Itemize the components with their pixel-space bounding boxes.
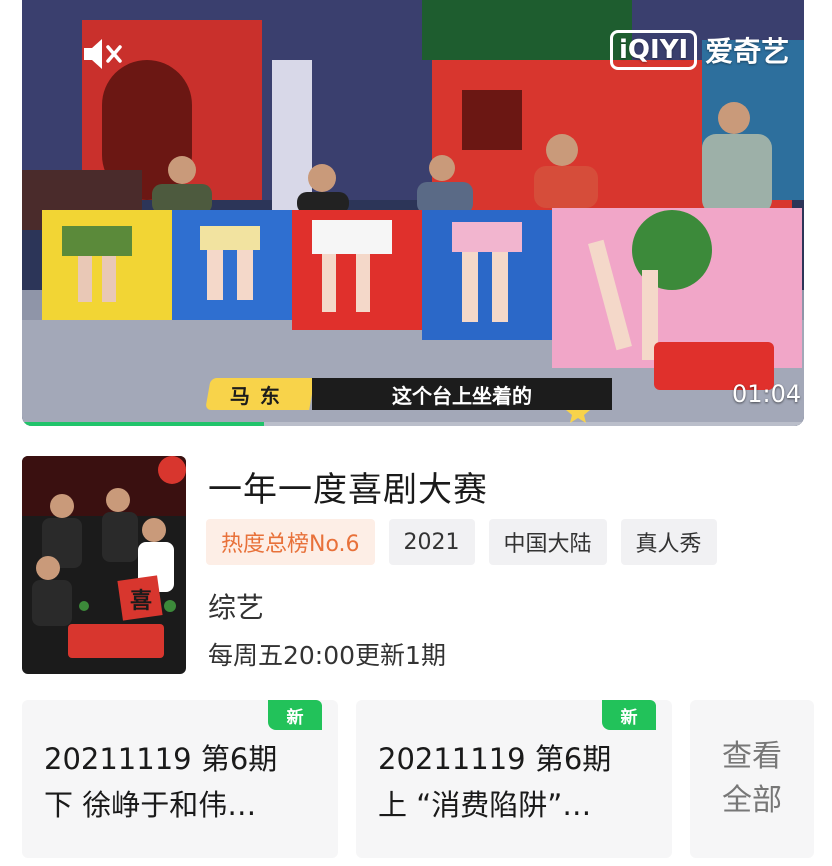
episode-subtitle: 下 徐峥于和伟…: [44, 788, 257, 822]
update-schedule: 每周五20:00更新1期: [208, 641, 446, 670]
tag-region[interactable]: 中国大陆: [488, 519, 607, 565]
subtitle-speaker: 马东: [230, 383, 290, 408]
episode-card[interactable]: 新 20211119 第6期 上 “消费陷阱”…: [356, 700, 672, 858]
progress-bar[interactable]: [22, 422, 804, 426]
show-title: 一年一度喜剧大赛: [208, 470, 488, 510]
episode-subtitle: 上 “消费陷阱”…: [378, 788, 592, 822]
tag-category[interactable]: 真人秀: [620, 519, 717, 565]
iqiyi-watermark: iQIYI 爱奇艺: [610, 26, 789, 74]
episode-list: 新 20211119 第6期 下 徐峥于和伟… 新 20211119 第6期 上…: [22, 700, 814, 858]
playback-time: 01:04: [732, 380, 802, 408]
view-all-button[interactable]: 查看 全部: [690, 700, 814, 858]
progress-fill: [22, 422, 265, 426]
video-player[interactable]: iQIYI 爱奇艺 马东 这个台上坐着的 01:04: [22, 0, 804, 426]
episode-date-title: 20211119 第6期: [44, 742, 278, 776]
speaker-muted-icon[interactable]: [80, 36, 124, 72]
tag-hot-rank[interactable]: 热度总榜No.6: [206, 519, 375, 565]
subtitle-speaker-badge: 马东: [205, 378, 315, 410]
iqiyi-logo: iQIYI: [610, 30, 698, 70]
new-badge: 新: [602, 700, 656, 730]
show-genre: 综艺: [208, 591, 265, 624]
show-tags: 热度总榜No.6 2021 中国大陆 真人秀: [206, 519, 717, 565]
episode-date-title: 20211119 第6期: [378, 742, 612, 776]
poster-stamp-glyph: 喜: [130, 588, 152, 614]
tag-year[interactable]: 2021: [388, 519, 475, 565]
iqiyi-wordmark: 爱奇艺: [705, 35, 790, 68]
episode-card[interactable]: 新 20211119 第6期 下 徐峥于和伟…: [22, 700, 338, 858]
new-badge: 新: [268, 700, 322, 730]
show-poster[interactable]: 喜: [22, 456, 186, 674]
subtitle-text: 这个台上坐着的: [312, 378, 612, 410]
